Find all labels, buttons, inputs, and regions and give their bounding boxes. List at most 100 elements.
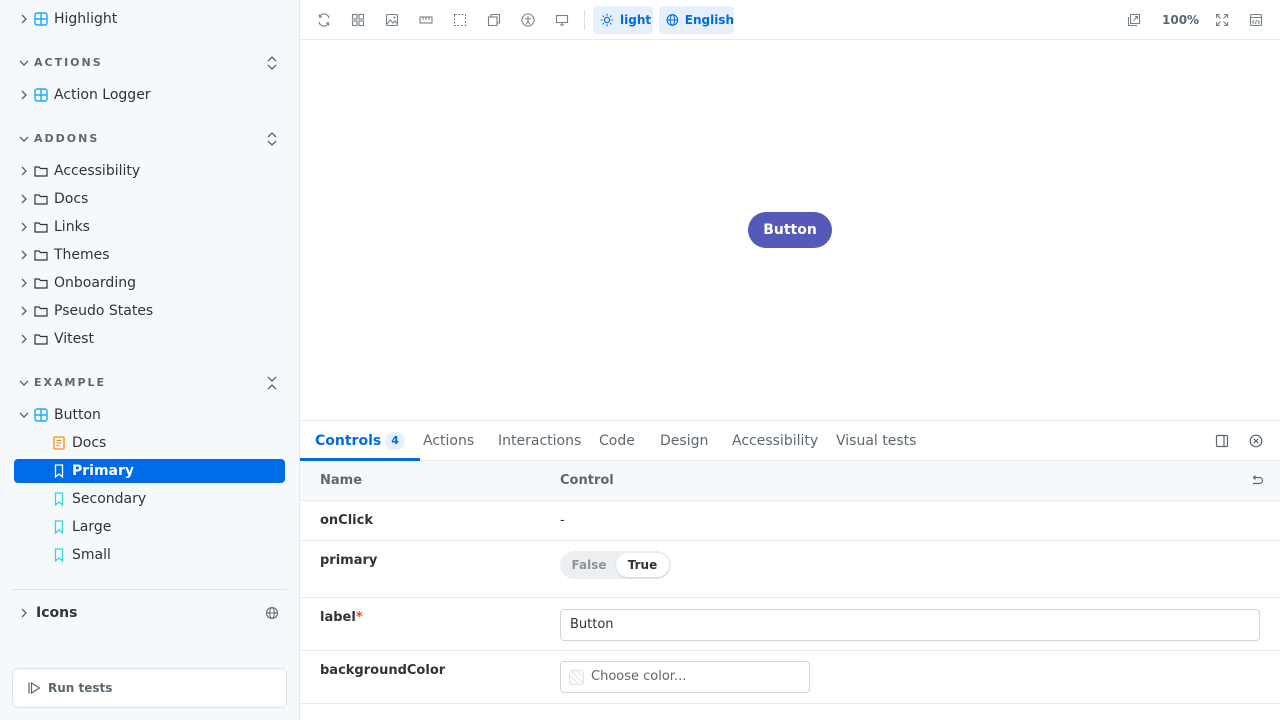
accessibility-button[interactable] [515, 8, 541, 32]
tree-item-label: Accessibility [54, 163, 141, 179]
document-icon [53, 436, 65, 450]
zoom-level[interactable]: 100% [1162, 13, 1199, 27]
component-icon [34, 88, 48, 102]
chevron-right-icon [21, 14, 27, 24]
arg-row-onclick: onClick - [300, 501, 1280, 541]
tree-item-accessibility[interactable]: Accessibility [14, 159, 285, 183]
tree-item-story-small[interactable]: Small [14, 543, 285, 567]
tree-item-label: Links [54, 219, 90, 235]
open-new-tab-button[interactable] [1121, 8, 1147, 32]
folder-icon [34, 334, 48, 345]
tab-design[interactable]: Design [660, 421, 708, 461]
component-icon [34, 12, 48, 26]
globe-icon [666, 14, 679, 26]
tree-item-label: Docs [72, 435, 107, 451]
collapse-all-icon[interactable] [265, 375, 279, 391]
tab-accessibility[interactable]: Accessibility [732, 421, 818, 461]
measure-button[interactable] [413, 8, 439, 32]
run-tests-button[interactable]: Run tests [12, 668, 287, 708]
tree-item-vitest[interactable]: Vitest [14, 327, 285, 351]
icons-section[interactable]: Icons [14, 601, 285, 625]
section-title: EXAMPLE [34, 376, 107, 389]
expand-collapse-icon[interactable] [265, 55, 279, 71]
tree-item-onboarding[interactable]: Onboarding [14, 271, 285, 295]
tree-item-themes[interactable]: Themes [14, 243, 285, 267]
tree-item-action-logger[interactable]: Action Logger [14, 83, 285, 107]
story-canvas: Button [300, 40, 1280, 420]
tree-item-docs-page[interactable]: Docs [14, 431, 285, 455]
name-column-header: Name [320, 473, 363, 488]
tree-item-story-secondary[interactable]: Secondary [14, 487, 285, 511]
measure-icon [419, 16, 433, 24]
color-placeholder: Choose color... [591, 669, 687, 684]
chevron-down-icon [19, 60, 29, 66]
bookmark-icon [54, 520, 64, 534]
color-picker-input[interactable]: Choose color... [560, 661, 810, 693]
section-example[interactable]: EXAMPLE [14, 371, 285, 395]
tree-item-label: Secondary [72, 491, 147, 507]
story-preview-button[interactable]: Button [748, 212, 832, 248]
chevron-down-icon [19, 412, 29, 418]
viewport-button[interactable] [549, 8, 575, 32]
arg-value: - [560, 513, 565, 528]
expand-collapse-icon[interactable] [265, 131, 279, 147]
sun-icon [600, 13, 614, 27]
controls-table-header: Name Control [300, 461, 1280, 501]
section-actions[interactable]: ACTIONS [14, 51, 285, 75]
tab-controls[interactable]: Controls 4 [300, 421, 420, 461]
tree-item-button-component[interactable]: Button [14, 403, 285, 427]
chevron-right-icon [21, 334, 27, 344]
theme-switcher[interactable]: light [593, 6, 653, 34]
panel-orientation-icon[interactable] [1215, 434, 1229, 448]
toggle-true-option[interactable]: True [616, 553, 669, 577]
pseudo-states-icon [487, 13, 501, 27]
open-new-tab-icon [1127, 13, 1141, 27]
section-addons[interactable]: ADDONS [14, 127, 285, 151]
locale-switcher[interactable]: English [659, 6, 734, 34]
tree-item-links[interactable]: Links [14, 215, 285, 239]
tab-visual-tests[interactable]: Visual tests [836, 421, 916, 461]
arg-row-primary: primary False True [300, 541, 1280, 598]
reload-button[interactable] [311, 8, 337, 32]
folder-icon [34, 306, 48, 317]
chevron-right-icon [21, 90, 27, 100]
share-button[interactable] [1243, 8, 1269, 32]
arg-name-text: label [320, 610, 356, 625]
folder-icon [34, 194, 48, 205]
boolean-toggle[interactable]: False True [560, 551, 671, 579]
reset-controls-icon[interactable] [1250, 474, 1264, 488]
arg-name: onClick [320, 513, 373, 528]
background-icon [385, 13, 399, 27]
folder-icon [34, 250, 48, 261]
chevron-down-icon [19, 380, 29, 386]
close-panel-icon[interactable] [1249, 434, 1263, 448]
controls-count-badge: 4 [385, 432, 405, 450]
toggle-false-option[interactable]: False [562, 553, 616, 577]
tree-item-pseudo-states[interactable]: Pseudo States [14, 299, 285, 323]
tree-item-story-primary[interactable]: Primary [14, 459, 285, 483]
tab-interactions[interactable]: Interactions [498, 421, 581, 461]
tree-item-label: Vitest [54, 331, 95, 347]
fullscreen-icon [1215, 13, 1229, 27]
tree-item-label: Button [54, 407, 101, 423]
tree-item-label: Docs [54, 191, 89, 207]
grid-button[interactable] [345, 8, 371, 32]
color-swatch[interactable] [569, 670, 584, 685]
globe-icon[interactable] [265, 606, 279, 620]
tab-code[interactable]: Code [599, 421, 635, 461]
outline-button[interactable] [447, 8, 473, 32]
pseudo-states-button[interactable] [481, 8, 507, 32]
tree-item-highlight[interactable]: Highlight [14, 7, 285, 31]
fullscreen-button[interactable] [1209, 8, 1235, 32]
tree-item-story-large[interactable]: Large [14, 515, 285, 539]
label-text-input[interactable]: Button [560, 609, 1260, 641]
tab-actions[interactable]: Actions [423, 421, 474, 461]
tree-item-docs[interactable]: Docs [14, 187, 285, 211]
theme-label: light [620, 13, 652, 27]
background-button[interactable] [379, 8, 405, 32]
arg-name: label* [320, 610, 363, 625]
tree-item-label: Highlight [54, 11, 118, 27]
chevron-right-icon [21, 194, 27, 204]
play-icon [28, 681, 41, 695]
addon-panel: Controls 4 Actions Interactions Code Desi… [300, 420, 1280, 720]
